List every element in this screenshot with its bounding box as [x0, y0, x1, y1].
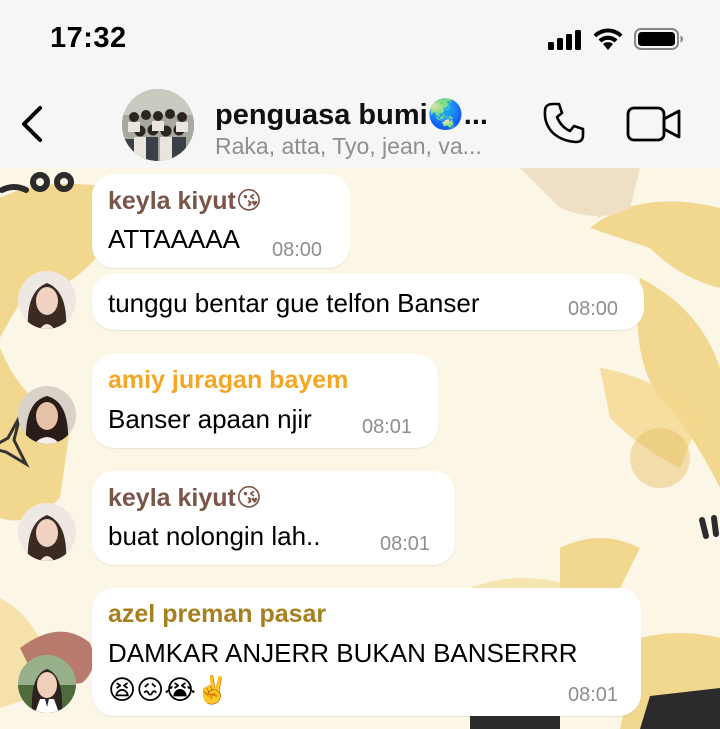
message-bubble[interactable]: keyla kiyut😘 buat nolongin lah.. 08:01	[92, 471, 455, 565]
message-bubble[interactable]: tunggu bentar gue telfon Banser 08:00	[92, 274, 644, 330]
chevron-left-icon[interactable]	[16, 102, 52, 146]
chat-members[interactable]: Raka, atta, Tyo, jean, va...	[215, 133, 482, 160]
message-emojis: 😫😖😭✌️	[108, 675, 230, 705]
message-text: buat nolongin lah..	[108, 521, 321, 551]
avatar[interactable]	[18, 503, 76, 561]
status-bar: 17:32	[0, 0, 720, 84]
message-time: 08:01	[362, 416, 413, 438]
message-sender[interactable]: amiy juragan bayem	[108, 366, 348, 395]
chat-title[interactable]: penguasa bumi🌏...	[215, 98, 488, 132]
avatar[interactable]	[18, 386, 76, 444]
group-avatar[interactable]	[122, 89, 194, 161]
phone-icon[interactable]	[541, 100, 587, 146]
message-bubble[interactable]: keyla kiyut😘 ATTAAAAA 08:00	[92, 174, 350, 268]
message-text: ATTAAAAA	[108, 224, 240, 254]
avatar[interactable]	[18, 655, 76, 713]
video-camera-icon[interactable]	[626, 104, 682, 144]
message-time: 08:00	[568, 298, 619, 320]
status-time: 17:32	[50, 22, 127, 54]
message-text: DAMKAR ANJERR BUKAN BANSERRR	[108, 638, 578, 668]
message-bubble[interactable]: azel preman pasar DAMKAR ANJERR BUKAN BA…	[92, 588, 641, 716]
message-sender[interactable]: keyla kiyut😘	[108, 186, 262, 216]
message-time: 08:01	[380, 533, 431, 555]
wifi-icon	[593, 28, 623, 50]
message-bubble[interactable]: amiy juragan bayem Banser apaan njir 08:…	[92, 354, 438, 448]
cellular-signal-icon	[548, 30, 584, 50]
message-sender[interactable]: keyla kiyut😘	[108, 483, 262, 513]
message-time: 08:01	[568, 684, 619, 706]
battery-icon	[634, 28, 683, 50]
message-text: tunggu bentar gue telfon Banser	[108, 288, 480, 318]
message-list[interactable]: Hi keyla kiyut😘 ATTAAAAA 08:00 tunggu be…	[0, 168, 720, 729]
avatar[interactable]	[18, 271, 76, 329]
message-text: Banser apaan njir	[108, 404, 312, 434]
chat-header: penguasa bumi🌏... Raka, atta, Tyo, jean,…	[0, 84, 720, 169]
message-sender[interactable]: azel preman pasar	[108, 600, 326, 629]
message-time: 08:00	[272, 239, 323, 261]
svg-text:Hi: Hi	[676, 697, 706, 729]
